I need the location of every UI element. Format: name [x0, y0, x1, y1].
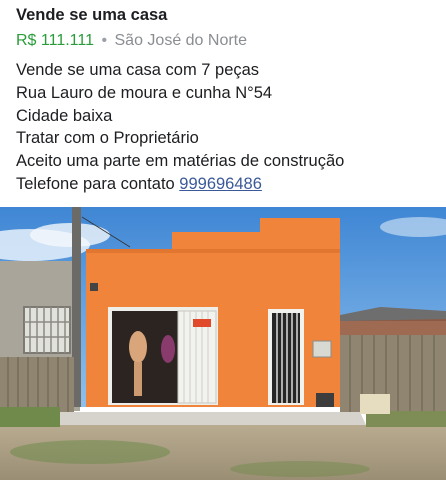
- listing-description: Vende se uma casa com 7 peças Rua Lauro …: [16, 59, 438, 196]
- description-line: Tratar com o Proprietário: [16, 129, 199, 148]
- description-line: Cidade baixa: [16, 106, 113, 125]
- phone-label: Telefone para contato: [16, 174, 175, 193]
- house-photo-illustration: [0, 207, 446, 480]
- listing-price: R$ 111.111: [16, 32, 94, 49]
- description-line: Aceito uma parte em matérias de construç…: [16, 152, 345, 171]
- listing-title[interactable]: Vende se uma casa: [16, 4, 436, 26]
- listing-header: Vende se uma casa R$ 111.111 • São José …: [16, 4, 436, 52]
- house-photo[interactable]: [0, 207, 446, 480]
- description-line: Vende se uma casa com 7 peças: [16, 61, 260, 79]
- price-location-line: R$ 111.111 • São José do Norte: [16, 30, 436, 52]
- listing-location[interactable]: São José do Norte: [115, 32, 248, 49]
- contact-line: Telefone para contato 999696486: [16, 173, 438, 196]
- phone-number-link[interactable]: 999696486: [179, 175, 262, 193]
- separator-dot: •: [101, 32, 108, 49]
- description-line: Rua Lauro de moura e cunha N°54: [16, 83, 273, 102]
